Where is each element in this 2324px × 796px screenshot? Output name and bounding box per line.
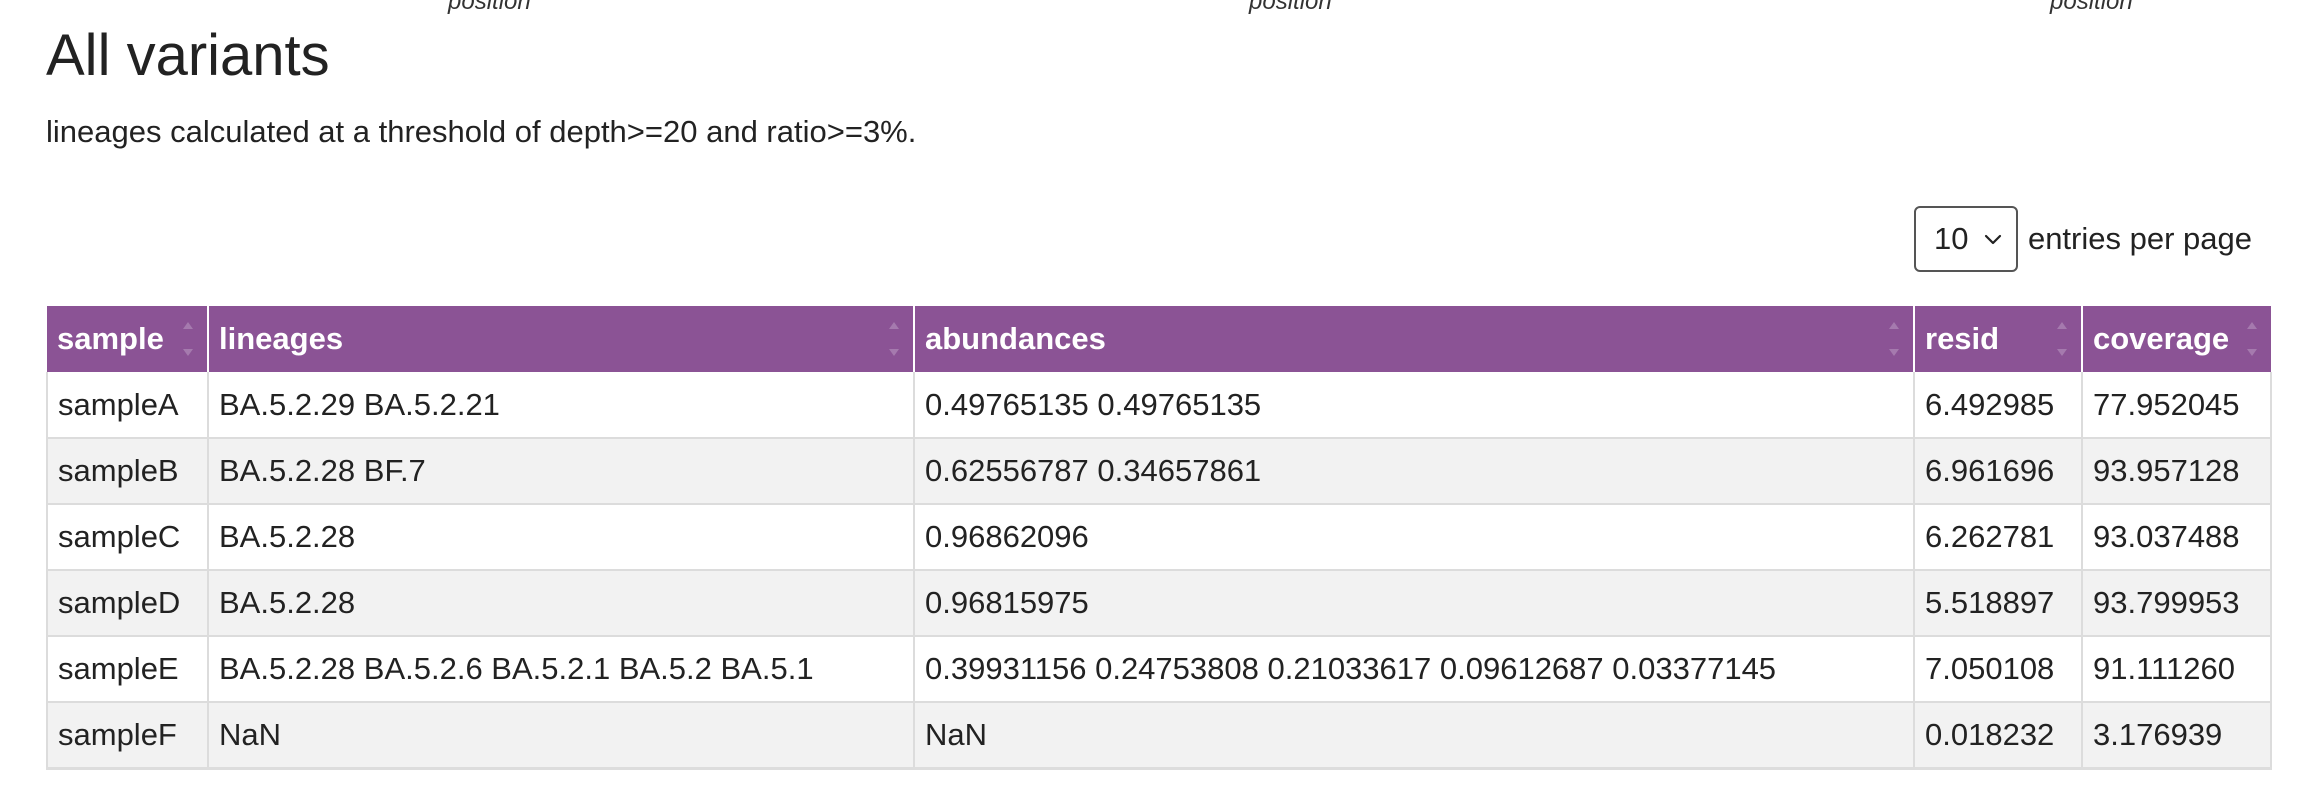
cell-abundances: 0.62556787 0.34657861 bbox=[914, 438, 1915, 505]
page-subtitle: lineages calculated at a threshold of de… bbox=[46, 114, 917, 149]
table-row: sampleE BA.5.2.28 BA.5.2.6 BA.5.2.1 BA.5… bbox=[46, 636, 2272, 703]
cell-resid: 0.018232 bbox=[1914, 702, 2083, 769]
position-label: position bbox=[1249, 0, 1332, 15]
column-header-label: resid bbox=[1925, 321, 2000, 356]
cell-lineages: BA.5.2.28 BF.7 bbox=[208, 438, 915, 505]
position-label: position bbox=[2050, 0, 2133, 15]
cell-resid: 6.492985 bbox=[1914, 372, 2083, 439]
sort-arrows-icon bbox=[2057, 322, 2067, 356]
cell-resid: 6.262781 bbox=[1914, 504, 2083, 571]
cell-sample: sampleB bbox=[46, 438, 209, 505]
table-row: sampleD BA.5.2.28 0.96815975 5.518897 93… bbox=[46, 570, 2272, 637]
cell-lineages: BA.5.2.28 bbox=[208, 504, 915, 571]
cell-resid: 6.961696 bbox=[1914, 438, 2083, 505]
cell-abundances: NaN bbox=[914, 702, 1915, 769]
entries-per-page-select[interactable]: 10 bbox=[1913, 206, 2018, 272]
cell-coverage: 93.957128 bbox=[2082, 438, 2272, 505]
cell-lineages: NaN bbox=[208, 702, 915, 769]
table-row: sampleF NaN NaN 0.018232 3.176939 bbox=[46, 702, 2272, 769]
cell-abundances: 0.96815975 bbox=[914, 570, 1915, 637]
page-title: All variants bbox=[46, 23, 330, 88]
cell-lineages: BA.5.2.28 BA.5.2.6 BA.5.2.1 BA.5.2 BA.5.… bbox=[208, 636, 915, 703]
column-header-label: abundances bbox=[925, 321, 1106, 356]
entries-per-page-control: 10 entries per page bbox=[1913, 206, 2252, 272]
table-header-row: sample lineages abundances resid coverag… bbox=[47, 306, 2271, 372]
previous-section-labels: position position position bbox=[0, 0, 2324, 18]
table-header: sample lineages abundances resid coverag… bbox=[47, 306, 2271, 372]
cell-resid: 5.518897 bbox=[1914, 570, 2083, 637]
table-body: sampleA BA.5.2.29 BA.5.2.21 0.49765135 0… bbox=[46, 372, 2272, 769]
table-row: sampleA BA.5.2.29 BA.5.2.21 0.49765135 0… bbox=[46, 372, 2272, 439]
column-header-coverage[interactable]: coverage bbox=[2082, 306, 2271, 372]
cell-sample: sampleC bbox=[46, 504, 209, 571]
cell-coverage: 77.952045 bbox=[2082, 372, 2272, 439]
column-header-label: sample bbox=[57, 321, 164, 356]
cell-sample: sampleD bbox=[46, 570, 209, 637]
cell-coverage: 91.111260 bbox=[2082, 636, 2272, 703]
position-label: position bbox=[448, 0, 531, 15]
table-row: sampleC BA.5.2.28 0.96862096 6.262781 93… bbox=[46, 504, 2272, 571]
chevron-down-icon bbox=[1984, 234, 2002, 245]
table-row: sampleB BA.5.2.28 BF.7 0.62556787 0.3465… bbox=[46, 438, 2272, 505]
column-header-resid[interactable]: resid bbox=[1914, 306, 2083, 372]
cell-sample: sampleF bbox=[46, 702, 209, 769]
cell-sample: sampleE bbox=[46, 636, 209, 703]
cell-lineages: BA.5.2.28 bbox=[208, 570, 915, 637]
column-header-abundances[interactable]: abundances bbox=[914, 306, 1915, 372]
cell-coverage: 93.799953 bbox=[2082, 570, 2272, 637]
cell-coverage: 93.037488 bbox=[2082, 504, 2272, 571]
cell-resid: 7.050108 bbox=[1914, 636, 2083, 703]
entries-per-page-value: 10 bbox=[1933, 221, 1969, 256]
sort-arrows-icon bbox=[183, 322, 193, 356]
column-header-label: coverage bbox=[2093, 321, 2230, 356]
cell-lineages: BA.5.2.29 BA.5.2.21 bbox=[208, 372, 915, 439]
sort-arrows-icon bbox=[2247, 322, 2257, 356]
page: position position position All variants … bbox=[0, 0, 2324, 796]
cell-coverage: 3.176939 bbox=[2082, 702, 2272, 769]
sort-arrows-icon bbox=[889, 322, 899, 356]
column-header-lineages[interactable]: lineages bbox=[208, 306, 915, 372]
cell-abundances: 0.49765135 0.49765135 bbox=[914, 372, 1915, 439]
cell-abundances: 0.39931156 0.24753808 0.21033617 0.09612… bbox=[914, 636, 1915, 703]
cell-abundances: 0.96862096 bbox=[914, 504, 1915, 571]
entries-per-page-label: entries per page bbox=[2027, 221, 2252, 256]
cell-sample: sampleA bbox=[46, 372, 209, 439]
sort-arrows-icon bbox=[1889, 322, 1899, 356]
variants-table: sample lineages abundances resid coverag… bbox=[46, 306, 2272, 770]
column-header-sample[interactable]: sample bbox=[47, 306, 209, 372]
column-header-label: lineages bbox=[219, 321, 344, 356]
